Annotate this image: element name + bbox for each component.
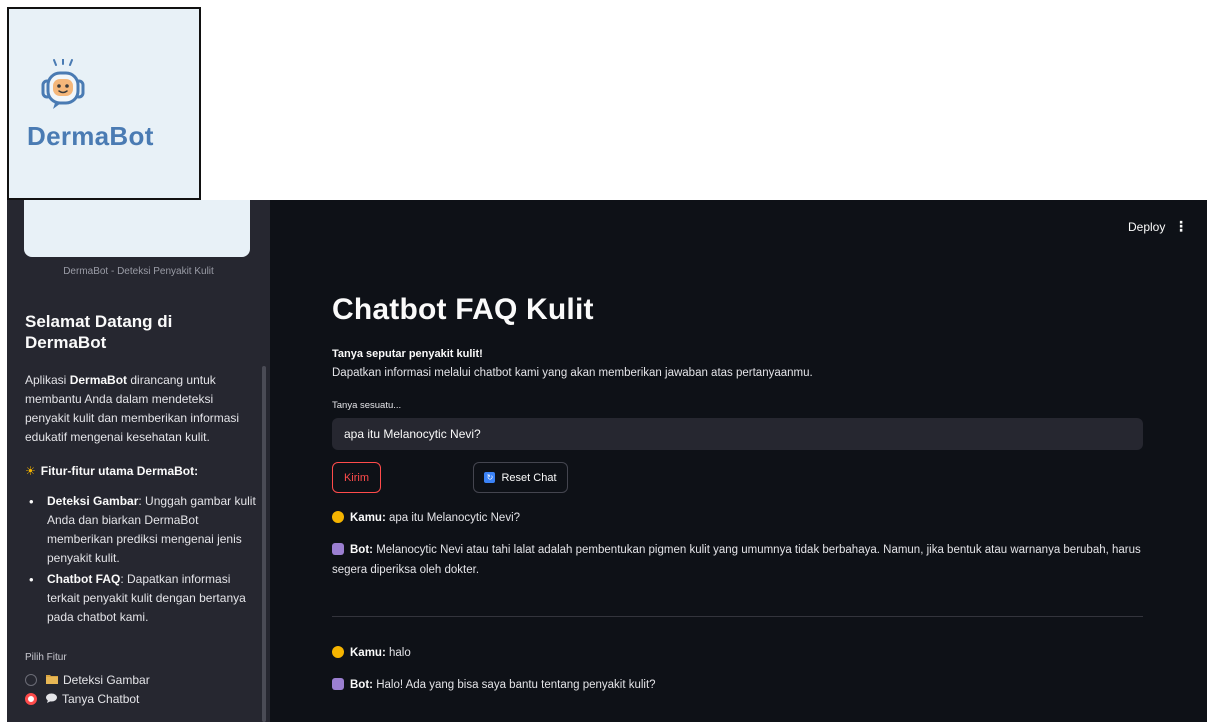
message-text: halo: [385, 647, 411, 659]
features-list: Deteksi Gambar: Unggah gambar kulit Anda…: [25, 492, 257, 629]
chat-message-bot: Bot: Halo! Ada yang bisa saya bantu tent…: [332, 675, 1152, 695]
intro-paragraph: Aplikasi DermaBot dirancang untuk memban…: [25, 371, 257, 447]
radio-option-deteksi-gambar[interactable]: Deteksi Gambar: [25, 673, 150, 687]
message-text: Halo! Ada yang bisa saya bantu tentang p…: [373, 679, 656, 691]
pick-feature-label: Pilih Fitur: [25, 652, 67, 663]
chat-message-user: Kamu: apa itu Melanocytic Nevi?: [332, 508, 1152, 528]
robot-emoji-icon: [332, 678, 344, 690]
page-subtitle: Tanya seputar penyakit kulit!: [332, 348, 483, 360]
app-logo: DermaBot: [7, 7, 201, 200]
intro-pre: Aplikasi: [25, 373, 70, 387]
user-emoji-icon: [332, 511, 344, 523]
feature-title: Chatbot FAQ: [47, 572, 121, 586]
robot-head-icon: [41, 59, 85, 109]
message-speaker: Kamu:: [350, 512, 386, 524]
intro-brand: DermaBot: [69, 373, 128, 387]
feature-title: Deteksi Gambar: [47, 494, 139, 508]
radio-button-unselected[interactable]: [25, 674, 37, 686]
main-content: Deploy ⋮ Chatbot FAQ Kulit Tanya seputar…: [270, 200, 1207, 722]
sun-icon: ☀: [25, 464, 36, 478]
app-window: DermaBot - Deteksi Penyakit Kulit Selama…: [7, 200, 1207, 722]
message-text: Melanocytic Nevi atau tahi lalat adalah …: [332, 544, 1141, 576]
chat-message-user: Kamu: halo: [332, 643, 1152, 663]
robot-emoji-icon: [332, 543, 344, 555]
speech-bubble-icon: [46, 693, 57, 706]
sidebar-scrollbar[interactable]: [262, 366, 266, 722]
more-menu-icon[interactable]: ⋮: [1174, 218, 1188, 235]
list-item: Deteksi Gambar: Unggah gambar kulit Anda…: [25, 492, 257, 568]
folder-icon: [46, 674, 58, 687]
radio-option-label: Deteksi Gambar: [63, 673, 150, 687]
deploy-button[interactable]: Deploy: [1128, 220, 1165, 234]
welcome-heading: Selamat Datang di DermaBot: [25, 311, 255, 353]
chat-divider: [332, 616, 1143, 617]
logo-text: DermaBot: [27, 121, 154, 151]
features-heading: ☀ Fitur-fitur utama DermaBot:: [25, 464, 198, 478]
welcome-line-2: DermaBot: [25, 333, 107, 352]
radio-option-tanya-chatbot[interactable]: Tanya Chatbot: [25, 692, 139, 706]
send-button-label: Kirim: [343, 471, 370, 484]
user-emoji-icon: [332, 646, 344, 658]
chat-input[interactable]: [332, 418, 1143, 450]
welcome-line-1: Selamat Datang di: [25, 312, 173, 331]
sidebar: DermaBot - Deteksi Penyakit Kulit Selama…: [7, 200, 270, 722]
message-speaker: Kamu:: [350, 647, 386, 659]
radio-option-label: Tanya Chatbot: [62, 692, 140, 706]
message-text: apa itu Melanocytic Nevi?: [385, 512, 521, 524]
page-description: Dapatkan informasi melalui chatbot kami …: [332, 367, 813, 379]
chat-message-bot: Bot: Melanocytic Nevi atau tahi lalat ad…: [332, 540, 1152, 580]
reset-button-label: Reset Chat: [501, 471, 557, 484]
send-button[interactable]: Kirim: [332, 462, 381, 493]
sidebar-logo-caption: DermaBot - Deteksi Penyakit Kulit: [63, 266, 214, 277]
message-speaker: Bot:: [350, 679, 373, 691]
list-item: Chatbot FAQ: Dapatkan informasi terkait …: [25, 570, 257, 627]
refresh-icon: ↻: [484, 472, 496, 483]
radio-button-selected[interactable]: [25, 693, 37, 705]
chat-input-label: Tanya sesuatu...: [332, 400, 402, 411]
sidebar-logo-image: [24, 200, 250, 257]
features-heading-text: Fitur-fitur utama DermaBot:: [40, 464, 199, 478]
reset-chat-button[interactable]: ↻ Reset Chat: [473, 462, 568, 493]
message-speaker: Bot:: [350, 544, 373, 556]
page-title: Chatbot FAQ Kulit: [332, 293, 594, 326]
